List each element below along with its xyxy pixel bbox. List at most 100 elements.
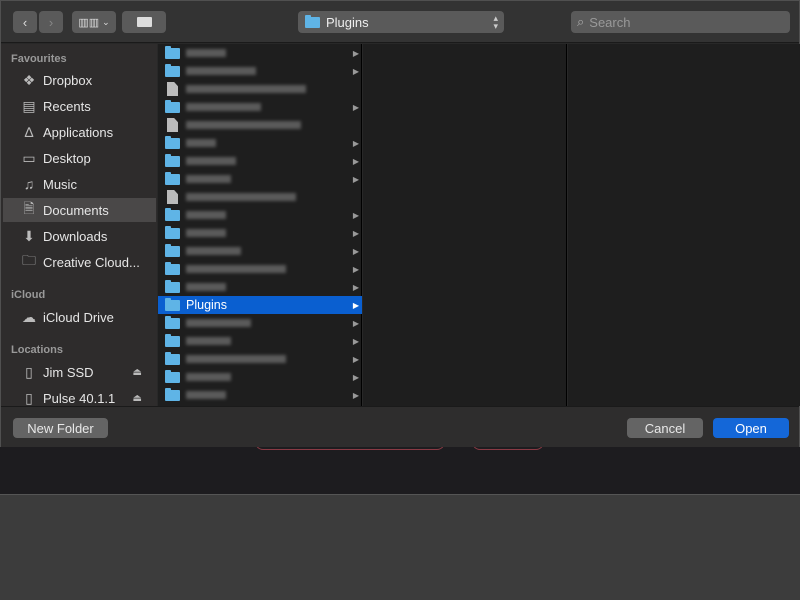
sidebar-item-desktop[interactable]: ▭ Desktop — [3, 146, 156, 170]
chevron-down-icon: ⌄ — [102, 16, 110, 27]
sidebar-item-label: Documents — [43, 202, 109, 218]
sidebar-item-documents[interactable]: 🗎 Documents — [3, 198, 156, 222]
file-row-folder[interactable]: ▶ — [158, 314, 362, 332]
disclosure-arrow-icon: ▶ — [352, 228, 359, 238]
folder-icon — [165, 171, 180, 185]
file-row-folder[interactable]: ▶ — [158, 368, 362, 386]
folder-icon — [165, 333, 180, 347]
documents-icon: 🗎 — [23, 200, 35, 216]
file-row-document[interactable] — [158, 80, 362, 98]
drive-icon: ▯ — [25, 363, 33, 380]
disclosure-arrow-icon: ▶ — [352, 102, 359, 112]
disclosure-arrow-icon: ▶ — [352, 300, 359, 310]
file-column-1: ▶ ▶ ▶ ▶ ▶ ▶ ▶ ▶ ▶ ▶ ▶ Plugins ▶ ▶ ▶ ▶ ▶ ▶ — [158, 44, 362, 406]
blurred-filename — [186, 85, 306, 93]
sidebar-item-creative-cloud[interactable]: 🗀 Creative Cloud... — [3, 250, 156, 274]
disclosure-arrow-icon: ▶ — [352, 264, 359, 274]
dialog-footer: New Folder Cancel Open — [1, 406, 799, 447]
file-row-folder[interactable]: ▶ — [158, 62, 362, 80]
blurred-filename — [186, 139, 216, 147]
sidebar-item-label: Music — [43, 176, 77, 192]
file-row-folder[interactable]: ▶ — [158, 350, 362, 368]
file-row-document[interactable] — [158, 116, 362, 134]
new-folder-toolbar-button[interactable] — [122, 11, 166, 33]
downloads-icon: ⬇ — [23, 227, 35, 244]
open-file-dialog: ‹ › ▥▥⌄ Plugins ▴▾ ⌕ Favourites ❖ Dropbox … — [0, 0, 800, 447]
eject-icon[interactable]: ⏏ — [133, 393, 142, 404]
blurred-filename — [186, 121, 301, 129]
blurred-filename — [186, 337, 231, 345]
eject-icon[interactable]: ⏏ — [133, 367, 142, 378]
path-popup[interactable]: Plugins ▴ ▾ — [298, 11, 504, 33]
sidebar-item-label: Dropbox — [43, 72, 93, 88]
sidebar-item-label: Recents — [43, 98, 91, 114]
folder-icon — [165, 369, 180, 383]
updown-chevron-icon: ▴ ▾ — [493, 13, 498, 31]
search-input[interactable] — [589, 14, 770, 30]
folder-icon — [165, 261, 180, 275]
recents-icon: ▤ — [22, 97, 36, 114]
music-icon: ♫ — [23, 176, 35, 192]
sidebar-item-downloads[interactable]: ⬇ Downloads — [3, 224, 156, 248]
toolbar: ‹ › ▥▥ ⌄ Plugins ▴ ▾ ⌕ — [1, 1, 799, 43]
disclosure-arrow-icon: ▶ — [352, 354, 359, 364]
disclosure-arrow-icon: ▶ — [352, 246, 359, 256]
cancel-button[interactable]: Cancel — [627, 418, 703, 438]
folder-icon — [165, 135, 180, 149]
file-row-plugins[interactable]: Plugins ▶ — [158, 296, 362, 314]
search-icon: ⌕ — [577, 14, 585, 29]
sidebar-item-label: Downloads — [43, 228, 108, 244]
back-button[interactable]: ‹ — [13, 11, 37, 33]
sidebar-item-label: Desktop — [43, 150, 91, 166]
open-button[interactable]: Open — [713, 418, 789, 438]
document-icon — [167, 118, 178, 132]
path-label: Plugins — [326, 14, 369, 30]
sidebar-item-applications[interactable]: ∆ Applications — [3, 120, 156, 144]
file-row-folder[interactable]: ▶ — [158, 386, 362, 404]
blurred-filename — [186, 193, 296, 201]
new-folder-icon — [136, 17, 152, 27]
disclosure-arrow-icon: ▶ — [352, 156, 359, 166]
sidebar-item-recents[interactable]: ▤ Recents — [3, 94, 156, 118]
dropbox-icon: ❖ — [22, 71, 36, 88]
sidebar-heading-icloud: iCloud — [11, 289, 46, 301]
folder-icon — [165, 153, 180, 167]
file-row-document[interactable] — [158, 188, 362, 206]
disclosure-arrow-icon: ▶ — [352, 282, 359, 292]
blurred-filename — [186, 67, 256, 75]
file-row-folder[interactable]: ▶ — [158, 224, 362, 242]
blurred-filename — [186, 103, 261, 111]
document-icon — [167, 190, 178, 204]
folder-icon — [165, 99, 180, 113]
file-row-folder[interactable]: ▶ — [158, 44, 362, 62]
folder-icon — [165, 297, 180, 311]
disclosure-arrow-icon: ▶ — [352, 372, 359, 382]
sidebar-item-label: Applications — [43, 124, 114, 140]
sidebar-item-jim-ssd[interactable]: ▯ Jim SSD ⏏ — [3, 360, 156, 384]
disclosure-arrow-icon: ▶ — [352, 210, 359, 220]
file-row-folder[interactable]: ▶ — [158, 242, 362, 260]
forward-button[interactable]: › — [39, 11, 63, 33]
file-row-folder[interactable]: ▶ — [158, 134, 362, 152]
file-row-folder[interactable]: ▶ — [158, 152, 362, 170]
file-row-folder[interactable]: ▶ — [158, 206, 362, 224]
sidebar-item-icloud-drive[interactable]: ☁ iCloud Drive — [3, 305, 156, 329]
search-field[interactable]: ⌕ — [571, 11, 790, 33]
drive-icon: ▯ — [25, 389, 33, 406]
disclosure-arrow-icon: ▶ — [352, 66, 359, 76]
file-row-folder[interactable]: ▶ — [158, 260, 362, 278]
sidebar-item-dropbox[interactable]: ❖ Dropbox — [3, 68, 156, 92]
file-row-folder[interactable]: ▶ — [158, 170, 362, 188]
blurred-filename — [186, 157, 236, 165]
file-row-folder[interactable]: ▶ — [158, 332, 362, 350]
blurred-filename — [186, 319, 251, 327]
new-folder-button[interactable]: New Folder — [13, 418, 108, 438]
sidebar-item-music[interactable]: ♫ Music — [3, 172, 156, 196]
disclosure-arrow-icon: ▶ — [352, 318, 359, 328]
file-row-folder[interactable]: ▶ — [158, 98, 362, 116]
view-mode-button[interactable]: ▥▥ ⌄ — [72, 11, 116, 33]
folder-icon — [165, 207, 180, 221]
background-app-area — [0, 447, 800, 495]
blurred-filename — [186, 355, 286, 363]
file-row-folder[interactable]: ▶ — [158, 278, 362, 296]
